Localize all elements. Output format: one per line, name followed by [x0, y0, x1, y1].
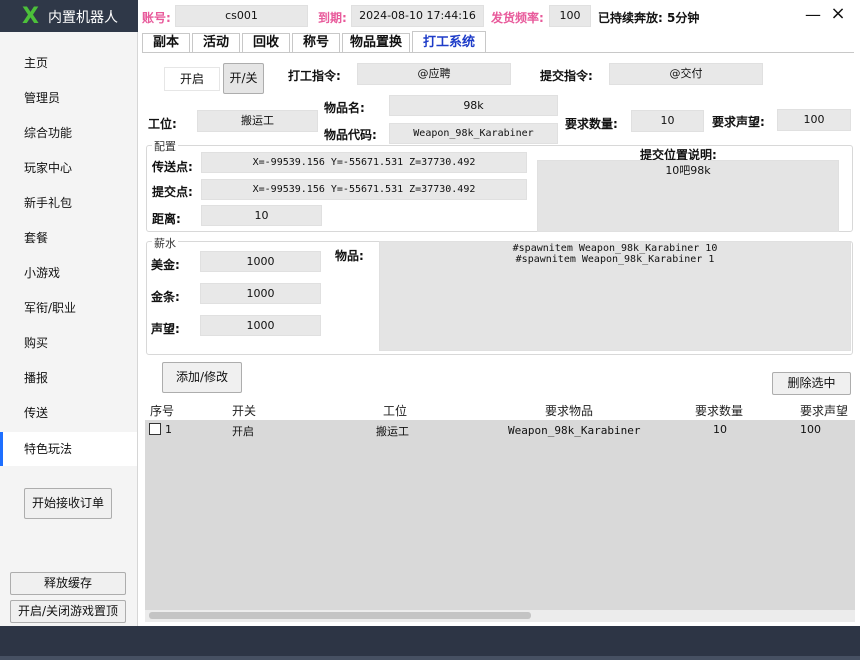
teleport-label: 传送点:: [152, 160, 193, 174]
expiry-label: 到期:: [318, 11, 347, 25]
account-label: 账号:: [142, 11, 171, 25]
col-header-item[interactable]: 要求物品: [545, 402, 593, 419]
row-checkbox[interactable]: [149, 423, 161, 435]
app-logo: X 内置机器人: [0, 0, 138, 32]
cell-qty: 10: [713, 423, 727, 436]
rep-label: 声望:: [151, 322, 180, 336]
position-input[interactable]: 搬运工: [197, 110, 318, 132]
tab-title[interactable]: 称号: [292, 33, 340, 53]
tab-dungeon[interactable]: 副本: [142, 33, 190, 53]
uptime-status: 已持续奔放: 5分钟: [598, 11, 700, 25]
toggle-pin-button[interactable]: 开启/关闭游戏置顶: [10, 600, 126, 623]
sidebar-item-home[interactable]: 主页: [0, 46, 137, 80]
logo-x-icon: X: [22, 4, 39, 29]
items-line: #spawnitem Weapon_98k_Karabiner 10: [512, 243, 718, 254]
distance-input[interactable]: 10: [201, 205, 322, 226]
tab-recycle[interactable]: 回收: [242, 33, 290, 53]
cell-rep: 100: [800, 423, 821, 436]
item-name-input[interactable]: 98k: [389, 95, 558, 116]
item-name-label: 物品名:: [324, 101, 365, 115]
bottom-bar: [0, 626, 860, 656]
on-state-display: 开启: [164, 67, 220, 91]
submit-point-label: 提交点:: [152, 185, 193, 199]
minimize-button[interactable]: —: [804, 6, 822, 24]
req-rep-input[interactable]: 100: [777, 109, 851, 131]
usd-label: 美金:: [151, 258, 180, 272]
sidebar-item-special[interactable]: 特色玩法: [0, 432, 137, 466]
freq-field[interactable]: 100: [549, 5, 591, 27]
cell-position: 搬运工: [376, 425, 409, 438]
item-code-label: 物品代码:: [324, 128, 377, 142]
usd-input[interactable]: 1000: [200, 251, 321, 272]
expiry-field[interactable]: 2024-08-10 17:44:16: [351, 5, 484, 27]
start-orders-button[interactable]: 开始接收订单: [24, 488, 112, 519]
items-textarea[interactable]: #spawnitem Weapon_98k_Karabiner 10 #spaw…: [379, 241, 851, 351]
req-rep-label: 要求声望:: [712, 115, 765, 129]
col-header-index[interactable]: 序号: [150, 402, 174, 419]
cell-index: 1: [165, 423, 172, 436]
sidebar-item-teleport[interactable]: 传送: [0, 396, 137, 430]
submit-cmd-label: 提交指令:: [540, 69, 593, 83]
config-group-label: 配置: [152, 138, 178, 154]
work-cmd-input[interactable]: @应聘: [357, 63, 511, 85]
close-button[interactable]: ×: [829, 5, 847, 23]
work-table: [145, 420, 855, 610]
req-qty-input[interactable]: 10: [631, 110, 704, 132]
position-label: 工位:: [148, 117, 177, 131]
submit-cmd-input[interactable]: @交付: [609, 63, 763, 85]
col-header-qty[interactable]: 要求数量: [695, 402, 743, 419]
sidebar-item-admin[interactable]: 管理员: [0, 81, 137, 115]
tab-item-exchange[interactable]: 物品置换: [342, 33, 410, 53]
sidebar-item-newbie-pack[interactable]: 新手礼包: [0, 186, 137, 220]
sidebar-item-package[interactable]: 套餐: [0, 221, 137, 255]
salary-group-label: 薪水: [152, 235, 178, 251]
logo-text: 内置机器人: [48, 10, 118, 26]
add-modify-button[interactable]: 添加/修改: [162, 362, 242, 393]
sidebar-item-minigame[interactable]: 小游戏: [0, 256, 137, 290]
sidebar-item-purchase[interactable]: 购买: [0, 326, 137, 360]
account-field[interactable]: cs001: [175, 5, 308, 27]
teleport-input[interactable]: X=-99539.156 Y=-55671.531 Z=37730.492: [201, 152, 527, 173]
submit-point-input[interactable]: X=-99539.156 Y=-55671.531 Z=37730.492: [201, 179, 527, 200]
distance-label: 距离:: [152, 212, 181, 226]
gold-input[interactable]: 1000: [200, 283, 321, 304]
col-header-switch[interactable]: 开关: [232, 402, 256, 419]
rep-input[interactable]: 1000: [200, 315, 321, 336]
req-qty-label: 要求数量:: [565, 117, 618, 131]
col-header-position[interactable]: 工位: [383, 402, 407, 419]
sidebar-item-general[interactable]: 综合功能: [0, 116, 137, 150]
sidebar-item-rank[interactable]: 军衔/职业: [0, 291, 137, 325]
tab-activity[interactable]: 活动: [192, 33, 240, 53]
release-cache-button[interactable]: 释放缓存: [10, 572, 126, 595]
item-code-input[interactable]: Weapon_98k_Karabiner: [389, 123, 558, 144]
gold-label: 金条:: [151, 290, 180, 304]
freq-label: 发货频率:: [491, 11, 544, 25]
cell-item: Weapon_98k_Karabiner: [508, 424, 641, 437]
col-header-rep[interactable]: 要求声望: [800, 402, 848, 419]
bottom-strip: [0, 656, 860, 660]
sidebar-item-broadcast[interactable]: 播报: [0, 361, 137, 395]
items-line: #spawnitem Weapon_98k_Karabiner 1: [515, 254, 715, 265]
toggle-on-off-button[interactable]: 开/关: [223, 63, 264, 94]
delete-selected-button[interactable]: 删除选中: [772, 372, 851, 395]
cell-switch: 开启: [232, 425, 254, 438]
items-label: 物品:: [335, 249, 364, 263]
work-cmd-label: 打工指令:: [288, 69, 341, 83]
tab-work-system[interactable]: 打工系统: [412, 31, 486, 53]
table-hscroll-thumb[interactable]: [149, 612, 531, 619]
tab-divider: [142, 52, 854, 53]
sidebar-item-player-center[interactable]: 玩家中心: [0, 151, 137, 185]
submit-desc-textarea[interactable]: 10吧98k: [537, 160, 839, 232]
